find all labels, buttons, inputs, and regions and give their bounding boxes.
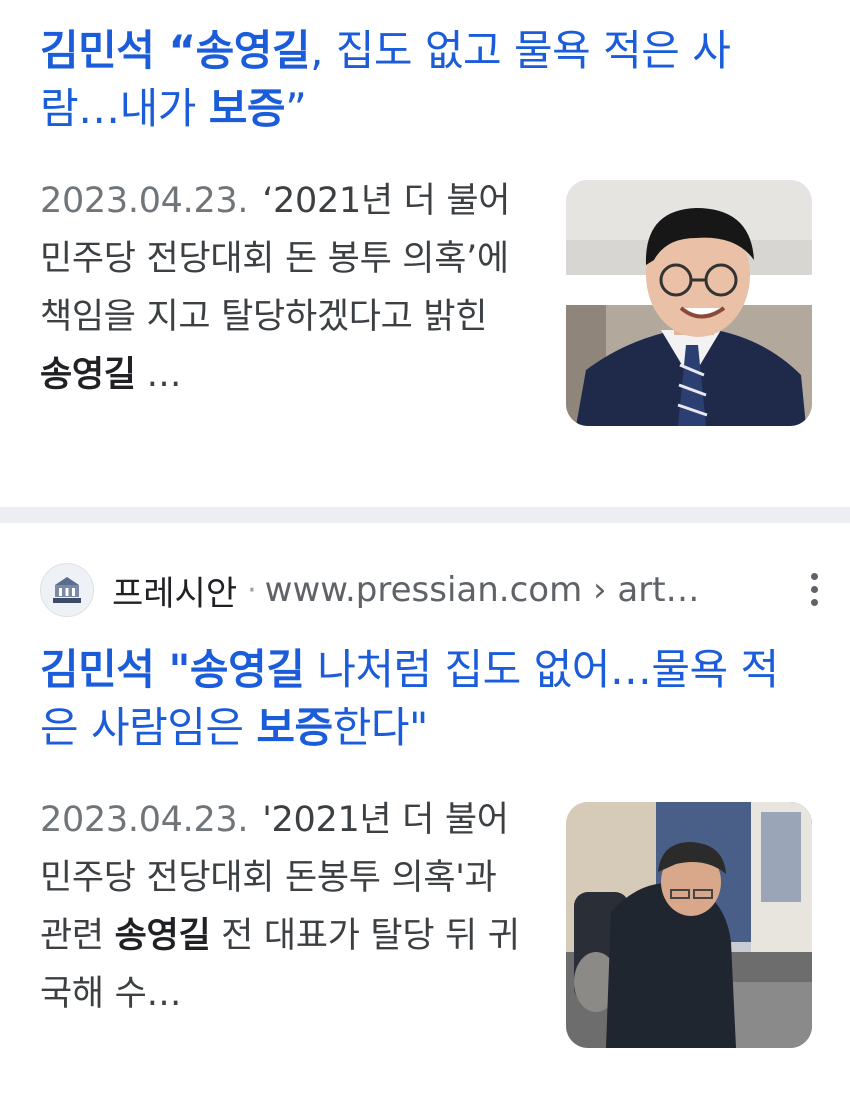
result-divider — [0, 507, 850, 523]
headline-text: 한다" — [332, 703, 429, 752]
result-1-headline-link[interactable]: 김민석 “송영길, 집도 없고 물욕 적은 사람…내가 보증” — [40, 0, 810, 138]
result-1-thumbnail[interactable] — [566, 180, 812, 426]
result-2-thumbnail[interactable] — [566, 802, 812, 1048]
headline-text: 보증 — [256, 703, 333, 752]
result-2-date: 2023.04.23. — [40, 800, 249, 840]
headline-text: “송영길 — [168, 26, 311, 75]
man-with-backpack-image — [566, 802, 812, 1048]
snippet-text: 송영길 — [114, 916, 211, 956]
snippet-text: … — [135, 355, 182, 395]
source-name: 프레시안 — [112, 573, 238, 614]
headline-text: 김민석 — [40, 645, 169, 694]
result-1-snippet: 2023.04.23. ‘2021년 더 불어민주당 전당대회 돈 봉투 의혹’에… — [40, 172, 520, 404]
man-smiling-image — [566, 180, 812, 426]
result-1-date: 2023.04.23. — [40, 181, 249, 221]
pressian-logo-icon — [40, 563, 94, 617]
headline-text: 보증 — [208, 84, 286, 133]
result-2-snippet: 2023.04.23. '2021년 더 불어민주당 전당대회 돈봉투 의혹'과 … — [40, 791, 520, 1023]
headline-text: "송영길 — [168, 645, 305, 694]
headline-text: ” — [285, 84, 307, 133]
snippet-text: 송영길 — [40, 355, 136, 395]
source-url: www.pressian.com › art… — [264, 570, 700, 610]
result-2-source[interactable]: 프레시안 · www.pressian.com › art… — [40, 523, 810, 631]
more-options-icon[interactable] — [804, 573, 824, 606]
source-separator: · — [247, 572, 257, 608]
result-2-headline-link[interactable]: 김민석 "송영길 나처럼 집도 없어…물욕 적은 사람임은 보증한다" — [40, 631, 810, 757]
headline-text: 김민석 — [40, 26, 169, 75]
